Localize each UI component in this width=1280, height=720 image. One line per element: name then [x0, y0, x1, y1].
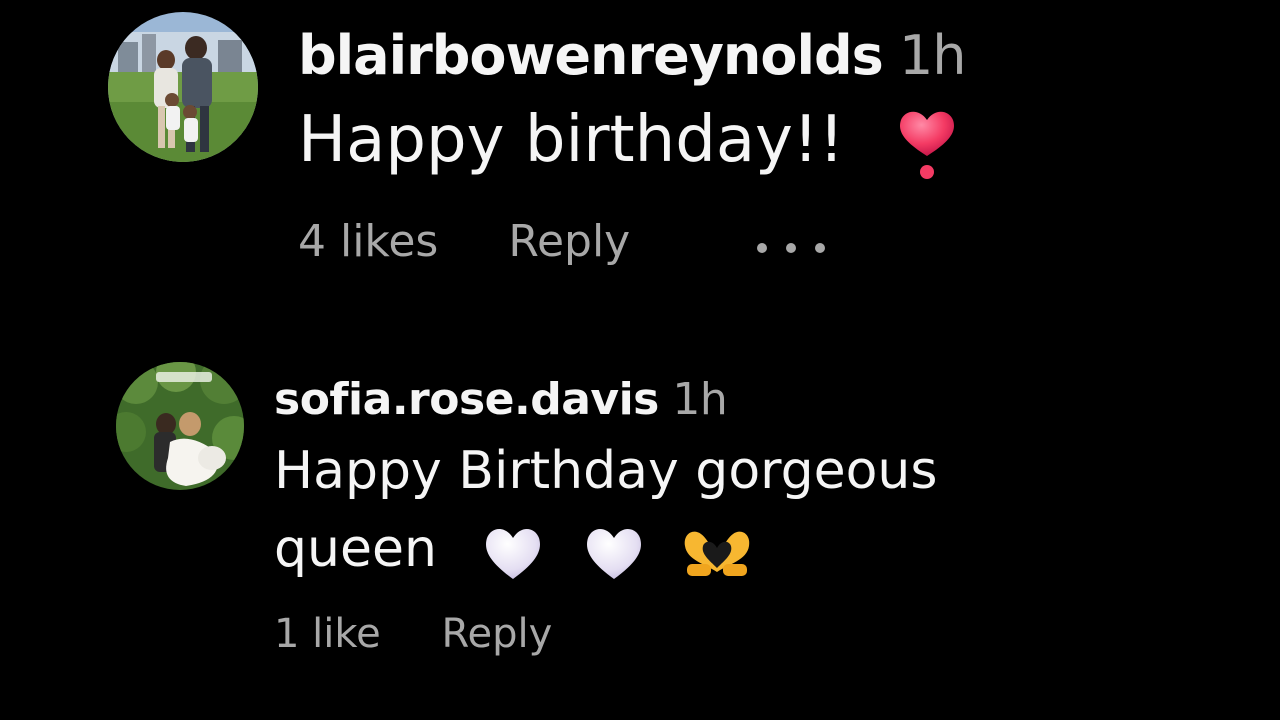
comment-text: Happy birthday!! — [298, 103, 845, 177]
timestamp[interactable]: 1h — [899, 24, 967, 87]
reply-button[interactable]: Reply — [508, 212, 630, 272]
username[interactable]: blairbowenreynolds — [298, 24, 884, 87]
avatar[interactable] — [108, 12, 258, 162]
comment-header: blairbowenreynolds 1h — [298, 18, 967, 94]
white-heart-emoji — [582, 523, 646, 581]
comment-body: blairbowenreynolds 1h Happy birthday!! 4… — [298, 18, 967, 274]
comment-actions: 1 like Reply — [274, 606, 1034, 662]
heart-hands-emoji — [681, 524, 753, 580]
white-heart-emoji — [481, 523, 545, 581]
ellipsis-icon — [757, 243, 826, 253]
comment-text-line: Happy Birthday gorgeous queen — [274, 432, 1034, 588]
username[interactable]: sofia.rose.davis — [274, 374, 659, 425]
comment-body: sofia.rose.davis 1h Happy Birthday gorge… — [274, 370, 1034, 662]
avatar[interactable] — [116, 362, 244, 490]
likes-count-button[interactable]: 4 likes — [298, 212, 438, 272]
more-options-button[interactable] — [754, 214, 828, 274]
comment-header: sofia.rose.davis 1h — [274, 370, 1034, 430]
reply-button[interactable]: Reply — [441, 606, 552, 662]
avatar-photo — [116, 362, 244, 490]
avatar-photo — [108, 12, 258, 162]
likes-count-button[interactable]: 1 like — [274, 606, 381, 662]
comment-text-line: Happy birthday!! — [298, 96, 966, 184]
timestamp[interactable]: 1h — [672, 374, 727, 425]
comment-actions: 4 likes Reply — [298, 212, 966, 274]
comment-item: sofia.rose.davis 1h Happy Birthday gorge… — [0, 360, 1280, 720]
heavy-heart-exclamation-emoji — [895, 106, 959, 180]
comment-item: blairbowenreynolds 1h Happy birthday!! 4… — [0, 0, 1280, 330]
